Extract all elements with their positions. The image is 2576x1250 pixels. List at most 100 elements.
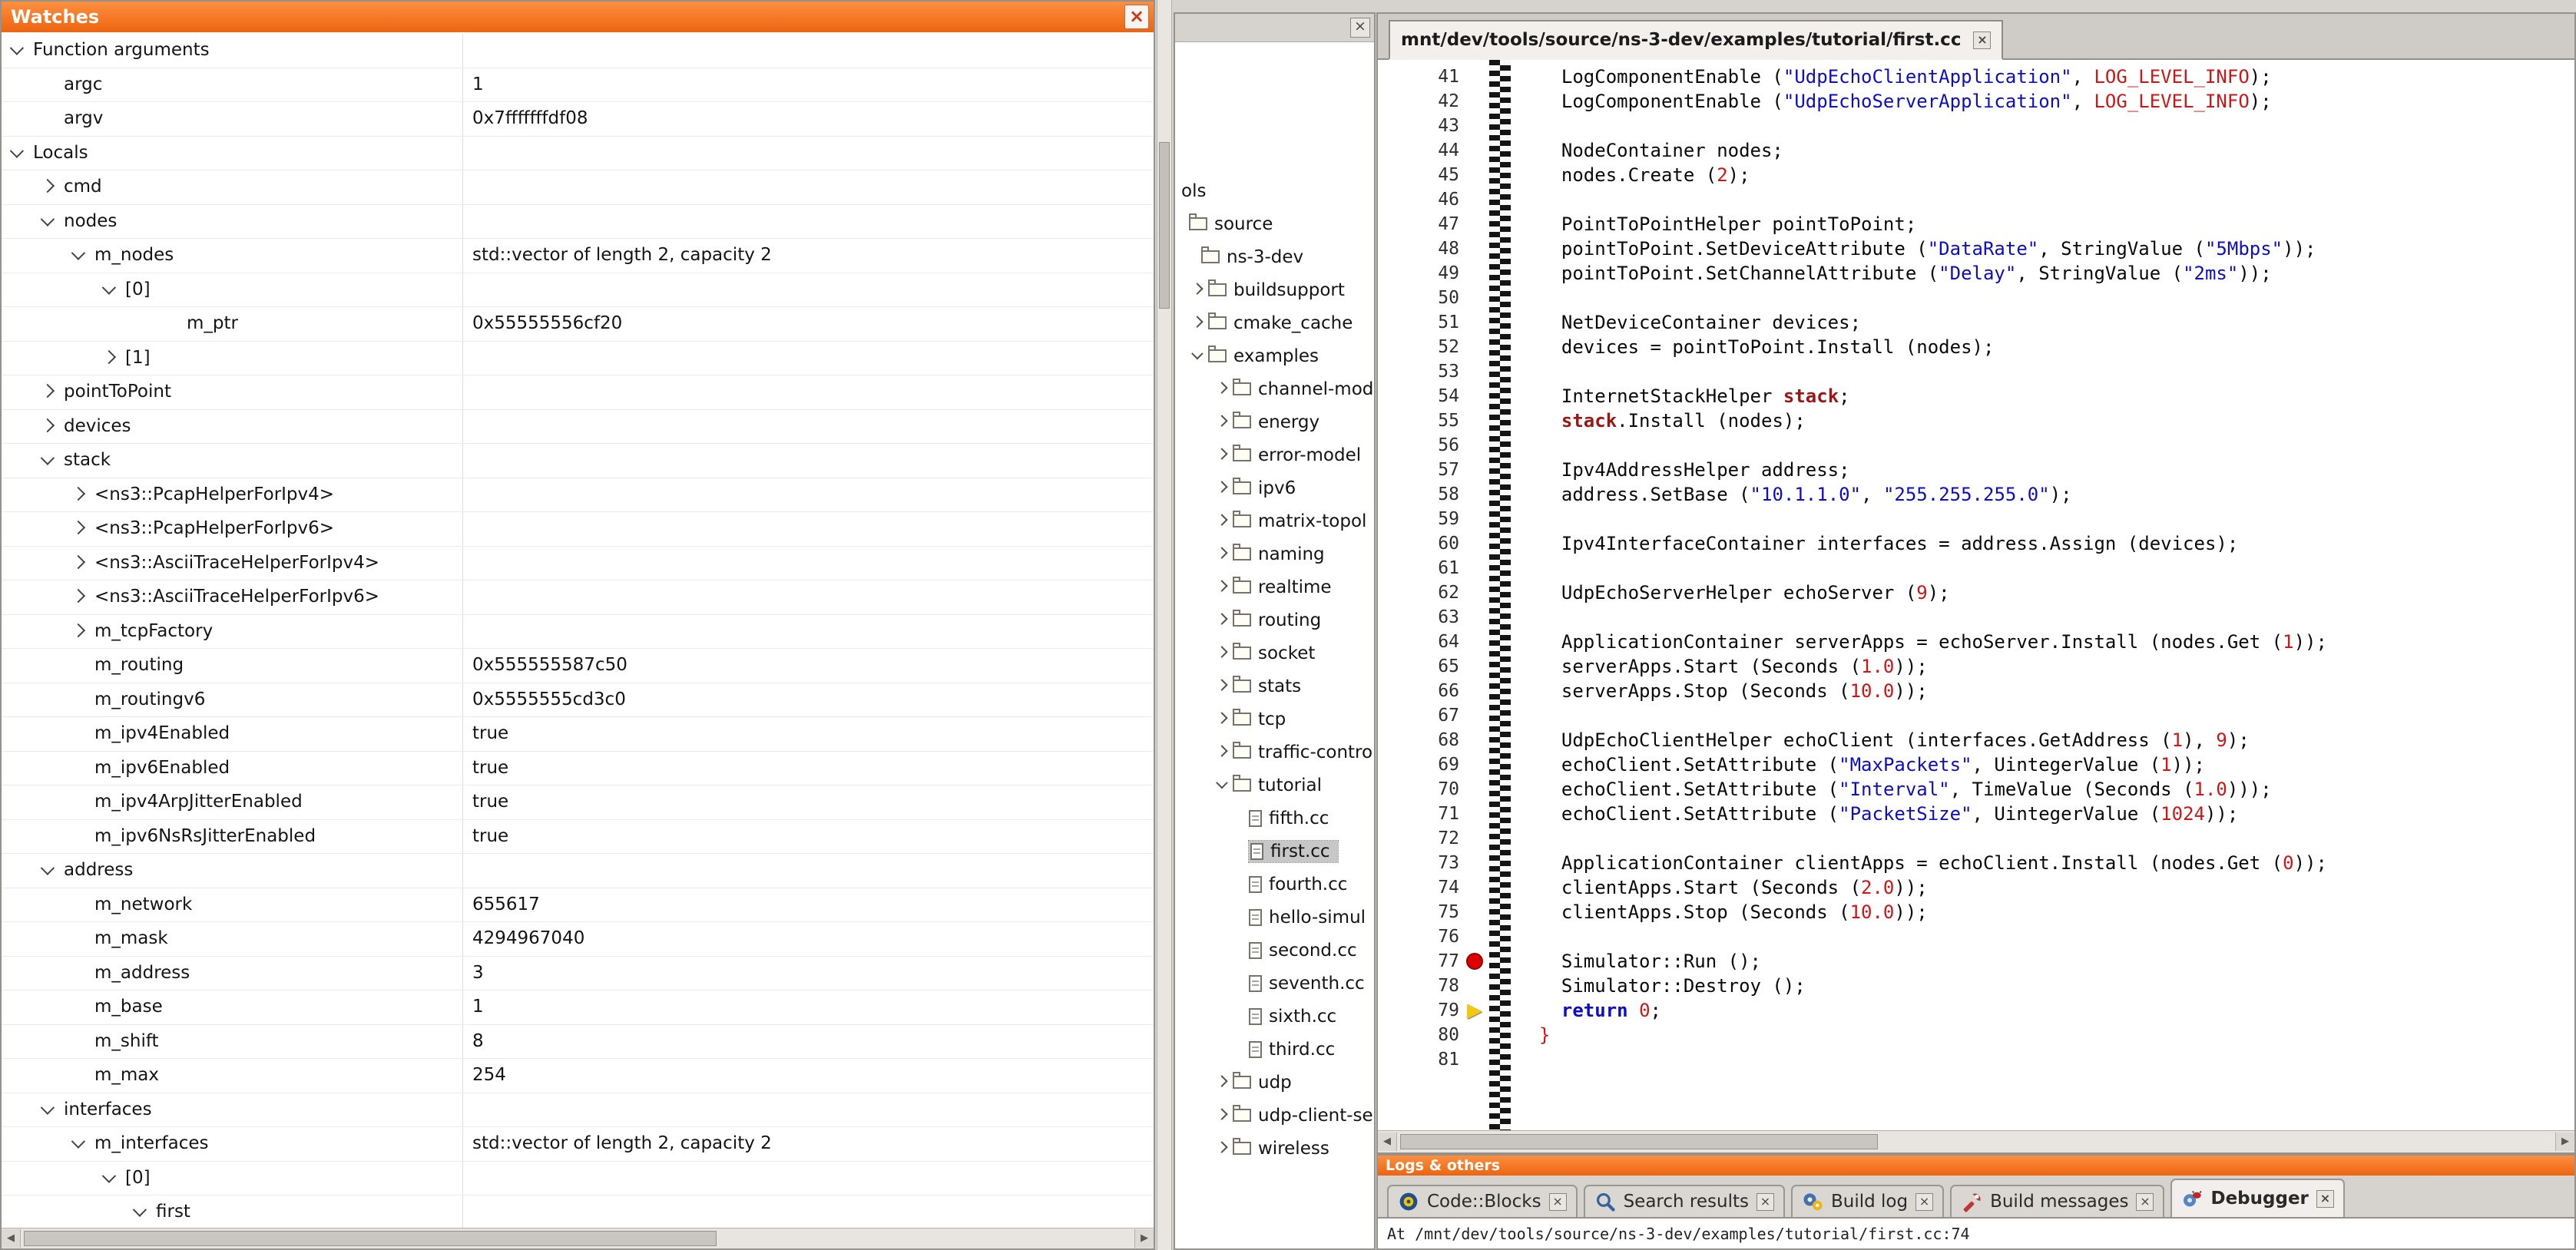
line-number[interactable]: 51 bbox=[1378, 310, 1459, 335]
code-line[interactable]: 46 bbox=[1378, 187, 2574, 212]
code-line[interactable]: 80} bbox=[1378, 1023, 2574, 1047]
code-line[interactable]: 48 pointToPoint.SetDeviceAttribute ("Dat… bbox=[1378, 236, 2574, 261]
watch-row[interactable]: m_routing0x555555587c50 bbox=[2, 649, 1154, 683]
line-number[interactable]: 67 bbox=[1378, 703, 1459, 728]
code-line[interactable]: 64 ApplicationContainer serverApps = ech… bbox=[1378, 630, 2574, 654]
collapsed-chevron-icon[interactable] bbox=[1216, 679, 1228, 691]
code-line[interactable]: 79▶ return 0; bbox=[1378, 998, 2574, 1023]
scroll-left-arrow-icon[interactable]: ◀ bbox=[2, 1229, 21, 1248]
code-line[interactable]: 60 Ipv4InterfaceContainer interfaces = a… bbox=[1378, 531, 2574, 556]
line-number[interactable]: 46 bbox=[1378, 187, 1459, 212]
tree-item-sixth-cc[interactable]: sixth.cc bbox=[1175, 1000, 1374, 1033]
watch-row[interactable]: m_ipv4Enabledtrue bbox=[2, 717, 1154, 752]
watch-row[interactable]: m_ptr0x55555556cf20 bbox=[2, 307, 1154, 342]
tree-item-traffic-contro[interactable]: traffic-contro bbox=[1175, 736, 1374, 769]
tree-item-ns-3-dev[interactable]: ns-3-dev bbox=[1175, 240, 1374, 273]
collapsed-chevron-icon[interactable] bbox=[1216, 1075, 1228, 1087]
line-number[interactable]: 74 bbox=[1378, 875, 1459, 900]
line-number[interactable]: 60 bbox=[1378, 531, 1459, 556]
collapsed-chevron-icon[interactable] bbox=[102, 350, 116, 364]
watch-row[interactable]: m_ipv4ArpJitterEnabledtrue bbox=[2, 785, 1154, 820]
expanded-chevron-icon[interactable] bbox=[133, 1203, 147, 1217]
logs-tab-debugger[interactable]: Debugger× bbox=[2170, 1179, 2344, 1217]
line-number[interactable]: 77 bbox=[1378, 949, 1459, 974]
expanded-chevron-icon[interactable] bbox=[41, 1100, 55, 1114]
code-line[interactable]: 76 bbox=[1378, 924, 2574, 949]
tree-item-buildsupport[interactable]: buildsupport bbox=[1175, 273, 1374, 306]
tree-item-error-model[interactable]: error-model bbox=[1175, 438, 1374, 471]
line-number[interactable]: 48 bbox=[1378, 236, 1459, 261]
code-line[interactable]: 65 serverApps.Start (Seconds (1.0)); bbox=[1378, 654, 2574, 679]
logs-tab-code-blocks[interactable]: Code::Blocks× bbox=[1387, 1185, 1578, 1217]
collapsed-chevron-icon[interactable] bbox=[1216, 481, 1228, 493]
line-number[interactable]: 71 bbox=[1378, 802, 1459, 826]
watch-row[interactable]: m_nodesstd::vector of length 2, capacity… bbox=[2, 239, 1154, 273]
watch-row[interactable]: m_tcpFactory bbox=[2, 615, 1154, 650]
expanded-chevron-icon[interactable] bbox=[71, 246, 85, 260]
line-number[interactable]: 61 bbox=[1378, 556, 1459, 580]
collapsed-chevron-icon[interactable] bbox=[1216, 712, 1228, 724]
watch-row[interactable]: m_routingv60x5555555cd3c0 bbox=[2, 683, 1154, 718]
code-line[interactable]: 73 ApplicationContainer clientApps = ech… bbox=[1378, 851, 2574, 875]
collapsed-chevron-icon[interactable] bbox=[1216, 1108, 1228, 1120]
watch-row[interactable]: <ns3::AsciiTraceHelperForIpv6> bbox=[2, 580, 1154, 615]
code-line[interactable]: 81 bbox=[1378, 1047, 2574, 1072]
line-number[interactable]: 47 bbox=[1378, 212, 1459, 236]
line-number[interactable]: 45 bbox=[1378, 163, 1459, 187]
code-line[interactable]: 68 UdpEchoClientHelper echoClient (inter… bbox=[1378, 728, 2574, 752]
expanded-chevron-icon[interactable] bbox=[102, 1169, 116, 1182]
scroll-right-arrow-icon[interactable]: ▶ bbox=[1134, 1229, 1154, 1248]
code-line[interactable]: 57 Ipv4AddressHelper address; bbox=[1378, 458, 2574, 482]
code-line[interactable]: 45 nodes.Create (2); bbox=[1378, 163, 2574, 187]
watch-row[interactable]: interfaces bbox=[2, 1093, 1154, 1128]
code-line[interactable]: 66 serverApps.Stop (Seconds (10.0)); bbox=[1378, 679, 2574, 703]
line-number[interactable]: 70 bbox=[1378, 777, 1459, 802]
code-line[interactable]: 63 bbox=[1378, 605, 2574, 630]
line-number[interactable]: 65 bbox=[1378, 654, 1459, 679]
editor-tab-first-cc[interactable]: mnt/dev/tools/source/ns-3-dev/examples/t… bbox=[1389, 20, 2003, 60]
watch-row[interactable]: <ns3::AsciiTraceHelperForIpv4> bbox=[2, 547, 1154, 581]
collapsed-chevron-icon[interactable] bbox=[1216, 745, 1228, 757]
watches-title-bar[interactable]: Watches × bbox=[2, 2, 1154, 32]
code-line[interactable]: 50 bbox=[1378, 286, 2574, 310]
tree-item-udp[interactable]: udp bbox=[1175, 1066, 1374, 1099]
watch-row[interactable]: argv0x7fffffffdf08 bbox=[2, 102, 1154, 137]
collapsed-chevron-icon[interactable] bbox=[71, 555, 85, 569]
collapsed-chevron-icon[interactable] bbox=[1216, 1141, 1228, 1153]
code-line[interactable]: 55 stack.Install (nodes); bbox=[1378, 408, 2574, 433]
expanded-chevron-icon[interactable] bbox=[41, 451, 55, 465]
line-number[interactable]: 41 bbox=[1378, 64, 1459, 89]
tree-item-routing[interactable]: routing bbox=[1175, 604, 1374, 637]
tree-item-tcp[interactable]: tcp bbox=[1175, 703, 1374, 736]
collapsed-chevron-icon[interactable] bbox=[41, 418, 55, 432]
tab-close-icon[interactable]: × bbox=[1549, 1193, 1567, 1211]
tree-item-matrix-topol[interactable]: matrix-topol bbox=[1175, 504, 1374, 537]
tree-item-socket[interactable]: socket bbox=[1175, 637, 1374, 670]
code-line[interactable]: 43 bbox=[1378, 114, 2574, 138]
code-line[interactable]: 67 bbox=[1378, 703, 2574, 728]
code-line[interactable]: 74 clientApps.Start (Seconds (2.0)); bbox=[1378, 875, 2574, 900]
tree-item-energy[interactable]: energy bbox=[1175, 405, 1374, 438]
line-number[interactable]: 63 bbox=[1378, 605, 1459, 630]
code-line[interactable]: 62 UdpEchoServerHelper echoServer (9); bbox=[1378, 580, 2574, 605]
logs-tab-search-results[interactable]: Search results× bbox=[1584, 1185, 1785, 1217]
tree-item-examples[interactable]: examples bbox=[1175, 339, 1374, 372]
line-number[interactable]: 50 bbox=[1378, 286, 1459, 310]
code-line[interactable]: 41 LogComponentEnable ("UdpEchoClientApp… bbox=[1378, 64, 2574, 89]
collapsed-chevron-icon[interactable] bbox=[71, 589, 85, 603]
line-number[interactable]: 69 bbox=[1378, 752, 1459, 777]
watch-row[interactable]: m_base1 bbox=[2, 990, 1154, 1025]
watch-row[interactable]: address bbox=[2, 854, 1154, 888]
editor-scroll-right-arrow-icon[interactable]: ▶ bbox=[2555, 1133, 2574, 1151]
tree-item-channel-mod[interactable]: channel-mod bbox=[1175, 372, 1374, 405]
code-line[interactable]: 77 Simulator::Run (); bbox=[1378, 949, 2574, 974]
code-line[interactable]: 58 address.SetBase ("10.1.1.0", "255.255… bbox=[1378, 482, 2574, 507]
tab-close-icon[interactable]: × bbox=[1915, 1193, 1933, 1211]
collapsed-chevron-icon[interactable] bbox=[1216, 514, 1228, 526]
watch-row[interactable]: m_max254 bbox=[2, 1059, 1154, 1093]
line-number[interactable]: 73 bbox=[1378, 851, 1459, 875]
tab-close-icon[interactable]: × bbox=[1757, 1193, 1774, 1211]
management-vscrollbar[interactable] bbox=[1157, 0, 1172, 1250]
watch-row[interactable]: cmd bbox=[2, 170, 1154, 205]
collapsed-chevron-icon[interactable] bbox=[41, 384, 55, 398]
